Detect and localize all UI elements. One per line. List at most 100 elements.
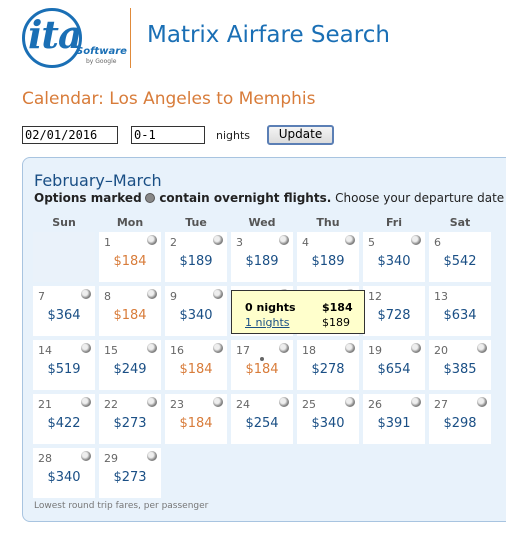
day-cell[interactable]: 9 $340 (165, 286, 227, 336)
fare-price[interactable]: $189 (231, 254, 293, 269)
overnight-icon (147, 235, 157, 245)
day-cell[interactable]: 26 $391 (363, 394, 425, 444)
day-cell[interactable]: 3 $189 (231, 232, 293, 282)
logo-ita-text: ita (28, 12, 83, 57)
day-cell[interactable]: 1 $184 (99, 232, 161, 282)
overnight-icon (213, 397, 223, 407)
day-cell[interactable]: 21 $422 (33, 394, 95, 444)
day-number: 21 (38, 398, 52, 411)
nights-range-input[interactable] (131, 126, 205, 144)
ita-software-logo[interactable]: ita Software by Google (22, 8, 127, 70)
fare-price[interactable]: $364 (33, 308, 95, 323)
day-number: 7 (38, 290, 45, 303)
fare-price[interactable]: $273 (99, 416, 161, 431)
fare-price[interactable]: $340 (165, 308, 227, 323)
day-cell[interactable]: 4 $189 (297, 232, 359, 282)
fare-price[interactable]: $189 (165, 254, 227, 269)
note-bold-1: Options marked (34, 191, 142, 205)
day-number: 18 (302, 344, 316, 357)
popup-nights-0: 0 nights (245, 301, 296, 314)
weekday-wed: Wed (248, 216, 276, 229)
overnight-icon (213, 235, 223, 245)
fare-price[interactable]: $184 (99, 308, 161, 323)
fare-price[interactable]: $391 (363, 416, 425, 431)
weekday-thu: Thu (316, 216, 340, 229)
logo-software-text: Software (76, 46, 127, 57)
fare-price[interactable]: $340 (297, 416, 359, 431)
day-cell[interactable]: 19 $654 (363, 340, 425, 390)
day-number: 29 (104, 452, 118, 465)
day-cell[interactable]: 12 $728 (363, 286, 425, 336)
fare-price[interactable]: $273 (99, 470, 161, 485)
day-cell[interactable]: 6 $542 (429, 232, 491, 282)
day-number: 9 (170, 290, 177, 303)
page-title: Calendar: Los Angeles to Memphis (22, 89, 316, 109)
day-cell[interactable]: 29 $273 (99, 448, 161, 498)
fare-price[interactable]: $340 (33, 470, 95, 485)
fare-price[interactable]: $184 (165, 416, 227, 431)
day-number: 27 (434, 398, 448, 411)
fare-price[interactable]: $189 (297, 254, 359, 269)
fare-price[interactable]: $298 (429, 416, 491, 431)
fare-price[interactable]: $249 (99, 362, 161, 377)
fare-price[interactable]: $340 (363, 254, 425, 269)
day-number: 3 (236, 236, 243, 249)
empty-day-cell (33, 232, 95, 282)
popup-nights-1-link[interactable]: 1 nights (245, 316, 290, 329)
day-cell[interactable]: 2 $189 (165, 232, 227, 282)
nights-label: nights (216, 129, 251, 142)
day-cell[interactable]: 23 $184 (165, 394, 227, 444)
overnight-legend-icon (145, 193, 156, 203)
fare-price[interactable]: $542 (429, 254, 491, 269)
day-number: 5 (368, 236, 375, 249)
day-number: 17 (236, 344, 250, 357)
overnight-icon (81, 397, 91, 407)
overnight-icon (345, 235, 355, 245)
day-cell[interactable]: 28 $340 (33, 448, 95, 498)
day-cell[interactable]: 24 $254 (231, 394, 293, 444)
fare-price[interactable]: $254 (231, 416, 293, 431)
departure-date-input[interactable] (22, 126, 118, 144)
popup-price-0: $184 (322, 301, 353, 314)
day-number: 16 (170, 344, 184, 357)
day-cell[interactable]: 22 $273 (99, 394, 161, 444)
fare-price[interactable]: $422 (33, 416, 95, 431)
fare-price[interactable]: $519 (33, 362, 95, 377)
day-cell[interactable]: 14 $519 (33, 340, 95, 390)
fare-price[interactable]: $385 (429, 362, 491, 377)
day-number: 25 (302, 398, 316, 411)
fare-price[interactable]: $278 (297, 362, 359, 377)
day-cell[interactable]: 15 $249 (99, 340, 161, 390)
overnight-note: Options marked contain overnight flights… (34, 191, 504, 205)
day-cell[interactable]: 8 $184 (99, 286, 161, 336)
day-cell[interactable]: 16 $184 (165, 340, 227, 390)
day-cell[interactable]: 18 $278 (297, 340, 359, 390)
day-number: 28 (38, 452, 52, 465)
weekday-sun: Sun (52, 216, 76, 229)
overnight-icon (411, 343, 421, 353)
overnight-icon (147, 397, 157, 407)
fare-price[interactable]: $654 (363, 362, 425, 377)
day-number: 8 (104, 290, 111, 303)
overnight-icon (147, 343, 157, 353)
update-button[interactable]: Update (267, 125, 334, 145)
fare-price[interactable]: $184 (99, 254, 161, 269)
day-cell[interactable]: 25 $340 (297, 394, 359, 444)
fare-price[interactable]: $184 (165, 362, 227, 377)
overnight-icon (411, 235, 421, 245)
day-cell[interactable]: 7 $364 (33, 286, 95, 336)
day-cell[interactable]: 27 $298 (429, 394, 491, 444)
overnight-icon (279, 397, 289, 407)
day-number: 24 (236, 398, 250, 411)
day-cell[interactable]: 17 $184 (231, 340, 293, 390)
day-cell[interactable]: 5 $340 (363, 232, 425, 282)
overnight-icon (411, 397, 421, 407)
day-cell[interactable]: 13 $634 (429, 286, 491, 336)
day-cell[interactable]: 20 $385 (429, 340, 491, 390)
fare-price[interactable]: $184 (231, 362, 293, 377)
app-title: Matrix Airfare Search (147, 22, 390, 48)
overnight-icon (147, 289, 157, 299)
fare-price[interactable]: $634 (429, 308, 491, 323)
day-number: 1 (104, 236, 111, 249)
fare-price[interactable]: $728 (363, 308, 425, 323)
